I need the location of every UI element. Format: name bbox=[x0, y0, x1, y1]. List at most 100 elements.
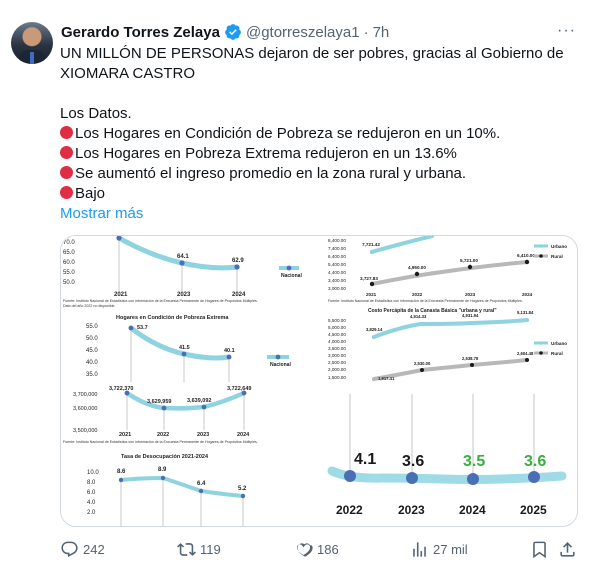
y-tick: 8,400.00 bbox=[328, 238, 346, 243]
author-handle[interactable]: @gtorreszelaya1 bbox=[246, 24, 360, 41]
income-charts-image: 8,400.00 7,400.00 6,400.00 5,400.00 4,40… bbox=[328, 236, 567, 381]
households-charts-image: 3,700,000 3,600,000 3,500,000 3,722,370 … bbox=[63, 386, 258, 526]
tweet-text: UN MILLÓN DE PERSONAS dejaron de ser pob… bbox=[60, 44, 580, 224]
legend-label: Urbano bbox=[551, 341, 567, 346]
bullet-item: Se aumentó el ingreso promedio en la zon… bbox=[60, 164, 580, 184]
chart-title: Hogares en Condición de Pobreza Extrema bbox=[116, 315, 229, 321]
show-more-link[interactable]: Mostrar más bbox=[60, 205, 143, 222]
y-tick: 4,000.00 bbox=[328, 339, 346, 344]
data-label: 3,727.83 bbox=[360, 276, 378, 281]
data-label: 3,629,959 bbox=[147, 399, 171, 405]
media-image-4[interactable]: 4.1 3.6 3.5 3.6 2022 2023 2024 2025 bbox=[322, 384, 577, 526]
data-label: 41.5 bbox=[179, 345, 190, 351]
data-label: 3,829.14 bbox=[366, 327, 383, 332]
red-circle-icon bbox=[60, 146, 73, 159]
separator-dot: · bbox=[363, 23, 369, 41]
data-label: 4.1 bbox=[354, 451, 376, 468]
y-tick: 5,000.00 bbox=[328, 325, 346, 330]
unemployment-chart-image: 4.1 3.6 3.5 3.6 2022 2023 2024 2025 bbox=[327, 394, 567, 517]
bookmark-button[interactable] bbox=[530, 538, 549, 560]
data-label: 40.1 bbox=[224, 348, 235, 354]
media-grid[interactable]: 70.0 65.0 60.0 55.0 50.0 64.1 62.9 2021 bbox=[60, 235, 578, 527]
data-label: 2,604.48 bbox=[517, 351, 534, 356]
share-button[interactable] bbox=[558, 538, 577, 560]
x-tick: 2022 bbox=[157, 432, 169, 438]
x-tick: 2021 bbox=[366, 292, 377, 297]
repost-icon bbox=[177, 542, 196, 556]
y-tick: 6,400.00 bbox=[328, 254, 346, 259]
view-count: 27 mil bbox=[433, 541, 468, 557]
y-tick: 70.0 bbox=[63, 240, 75, 246]
y-tick: 3,000.00 bbox=[328, 353, 346, 358]
y-tick: 10.0 bbox=[87, 470, 99, 476]
views-chart-icon bbox=[413, 541, 426, 557]
repost-button[interactable]: 119 bbox=[177, 538, 221, 560]
media-image-3[interactable]: 3,700,000 3,600,000 3,500,000 3,722,370 … bbox=[61, 384, 320, 526]
action-bar: 242 119 186 27 mil bbox=[60, 538, 580, 560]
bullet-text: Bajo bbox=[75, 185, 106, 202]
source-text: Fuente: Instituto Nacional de Estadístic… bbox=[63, 440, 258, 444]
legend-label: Rural bbox=[551, 254, 563, 259]
poverty-charts-image: 70.0 65.0 60.0 55.0 50.0 64.1 62.9 2021 bbox=[63, 236, 302, 382]
data-label: 3.5 bbox=[463, 453, 485, 470]
reply-count: 242 bbox=[83, 541, 105, 557]
y-tick: 35.0 bbox=[86, 372, 98, 378]
author-name[interactable]: Gerardo Torres Zelaya bbox=[61, 24, 220, 41]
bullet-text: Los Hogares en Condición de Pobreza se r… bbox=[75, 125, 501, 142]
views-button[interactable]: 27 mil bbox=[410, 538, 468, 560]
x-tick: 2025 bbox=[520, 503, 547, 517]
y-tick: 50.0 bbox=[63, 280, 75, 286]
data-label: 3.6 bbox=[524, 453, 546, 470]
y-tick: 1,500.00 bbox=[328, 375, 346, 380]
legend-label: Rural bbox=[551, 351, 563, 356]
tweet-header: Gerardo Torres Zelaya @gtorreszelaya1 · … bbox=[61, 22, 389, 42]
data-label: 6.4 bbox=[197, 481, 206, 487]
share-icon bbox=[560, 541, 575, 557]
bullet-item: Bajo bbox=[60, 184, 580, 204]
data-label: 5.2 bbox=[238, 486, 247, 492]
x-tick: 2023 bbox=[197, 432, 209, 438]
y-tick: 3,500,000 bbox=[73, 428, 97, 434]
more-options-icon[interactable]: ··· bbox=[557, 22, 576, 40]
y-tick: 3,600,000 bbox=[73, 406, 97, 412]
x-tick: 2024 bbox=[459, 503, 486, 517]
media-image-2[interactable]: 8,400.00 7,400.00 6,400.00 5,400.00 4,40… bbox=[322, 236, 577, 382]
verified-badge-icon[interactable] bbox=[224, 23, 242, 41]
y-tick: 50.0 bbox=[86, 336, 98, 342]
like-count: 186 bbox=[317, 541, 339, 557]
data-label: 6,410.00 bbox=[517, 253, 535, 258]
data-label: 64.1 bbox=[177, 254, 189, 260]
x-tick: 2022 bbox=[336, 503, 363, 517]
reply-icon bbox=[61, 541, 78, 557]
red-circle-icon bbox=[60, 126, 73, 139]
red-circle-icon bbox=[60, 166, 73, 179]
y-tick: 6.0 bbox=[87, 490, 96, 496]
x-tick: 2024 bbox=[237, 432, 250, 438]
x-tick: 2024 bbox=[522, 292, 533, 297]
data-label: 3,639,092 bbox=[187, 398, 211, 404]
tweet[interactable]: Gerardo Torres Zelaya @gtorreszelaya1 · … bbox=[0, 0, 594, 571]
data-label: 4,914.33 bbox=[410, 314, 427, 319]
data-label: 2,538.78 bbox=[462, 356, 479, 361]
reply-button[interactable]: 242 bbox=[60, 538, 105, 560]
x-tick: 2023 bbox=[177, 292, 191, 298]
x-tick: 2022 bbox=[412, 292, 423, 297]
y-tick: 55.0 bbox=[63, 270, 75, 276]
y-tick: 3,000.00 bbox=[328, 286, 346, 291]
tweet-line-1: UN MILLÓN DE PERSONAS dejaron de ser pob… bbox=[60, 45, 564, 82]
y-tick: 2,500.00 bbox=[328, 360, 346, 365]
y-tick: 45.0 bbox=[86, 348, 98, 354]
x-tick: 2023 bbox=[465, 292, 476, 297]
heart-icon bbox=[296, 542, 313, 557]
y-tick: 60.0 bbox=[63, 260, 75, 266]
avatar[interactable] bbox=[11, 22, 53, 64]
media-image-1[interactable]: 70.0 65.0 60.0 55.0 50.0 64.1 62.9 2021 bbox=[61, 236, 320, 382]
y-tick: 2.0 bbox=[87, 510, 96, 516]
data-label: 1,917.41 bbox=[378, 376, 395, 381]
timestamp[interactable]: 7h bbox=[373, 24, 390, 41]
data-label: 3.6 bbox=[402, 453, 424, 470]
y-tick: 55.0 bbox=[86, 324, 98, 330]
like-button[interactable]: 186 bbox=[294, 538, 339, 560]
bullet-text: Se aumentó el ingreso promedio en la zon… bbox=[75, 165, 467, 182]
y-tick: 4,500.00 bbox=[328, 332, 346, 337]
